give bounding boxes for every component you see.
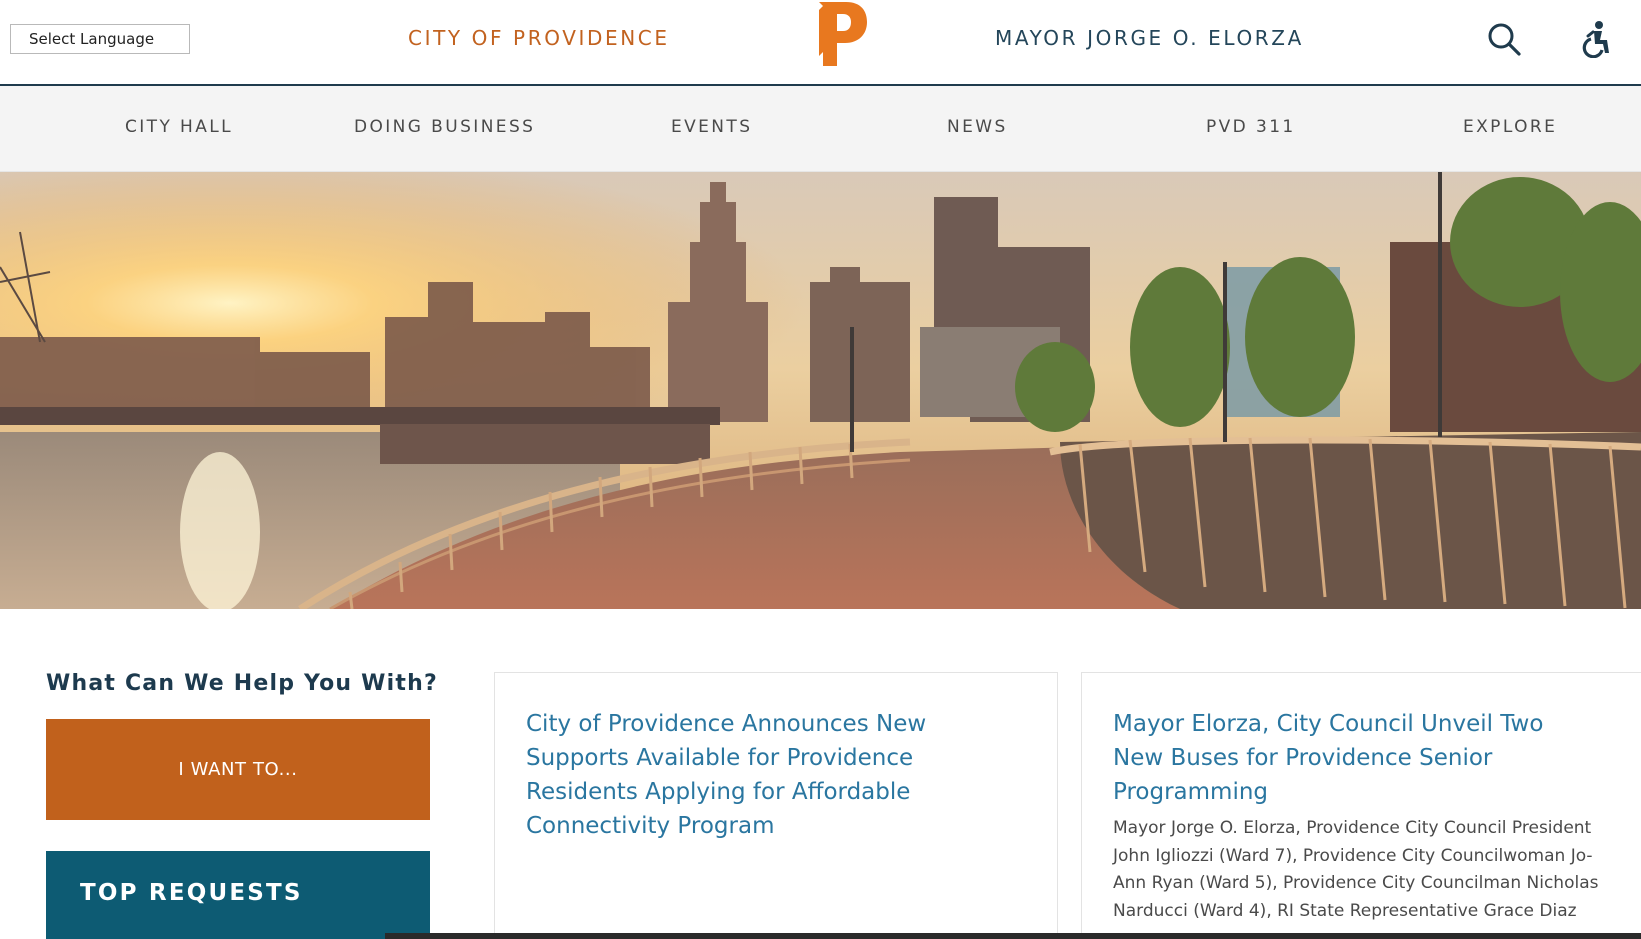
nav-doing-business[interactable]: DOING BUSINESS [354, 117, 535, 137]
news-card-title[interactable]: City of Providence Announces New Support… [526, 707, 956, 843]
site-name-link[interactable]: CITY OF PROVIDENCE [408, 26, 670, 50]
news-card: City of Providence Announces New Support… [494, 672, 1058, 939]
language-select[interactable]: Select Language [10, 24, 190, 54]
nav-events[interactable]: EVENTS [671, 117, 752, 137]
search-icon[interactable] [1486, 21, 1522, 57]
providence-logo[interactable]: P [815, 2, 867, 66]
help-heading: What Can We Help You With? [46, 671, 438, 696]
nav-news[interactable]: NEWS [947, 117, 1008, 137]
news-card: Mayor Elorza, City Council Unveil Two Ne… [1081, 672, 1641, 939]
nav-city-hall[interactable]: CITY HALL [125, 117, 233, 137]
i-want-to-button[interactable]: I WANT TO... [46, 719, 430, 820]
horizontal-scrollbar[interactable] [385, 933, 1641, 939]
news-card-title[interactable]: Mayor Elorza, City Council Unveil Two Ne… [1113, 707, 1578, 809]
hero-image [0, 172, 1641, 609]
top-requests-button[interactable]: TOP REQUESTS [46, 851, 430, 939]
mayor-link[interactable]: MAYOR JORGE O. ELORZA [995, 26, 1304, 50]
nav-explore[interactable]: EXPLORE [1463, 117, 1557, 137]
main-nav: CITY HALL DOING BUSINESS EVENTS NEWS PVD… [0, 86, 1641, 172]
site-header: Select Language CITY OF PROVIDENCE P MAY… [0, 0, 1641, 86]
accessibility-icon[interactable] [1580, 20, 1612, 58]
logo-letter: P [815, 2, 816, 3]
news-card-excerpt: Mayor Jorge O. Elorza, Providence City C… [1113, 818, 1599, 921]
nav-pvd-311[interactable]: PVD 311 [1206, 117, 1296, 137]
